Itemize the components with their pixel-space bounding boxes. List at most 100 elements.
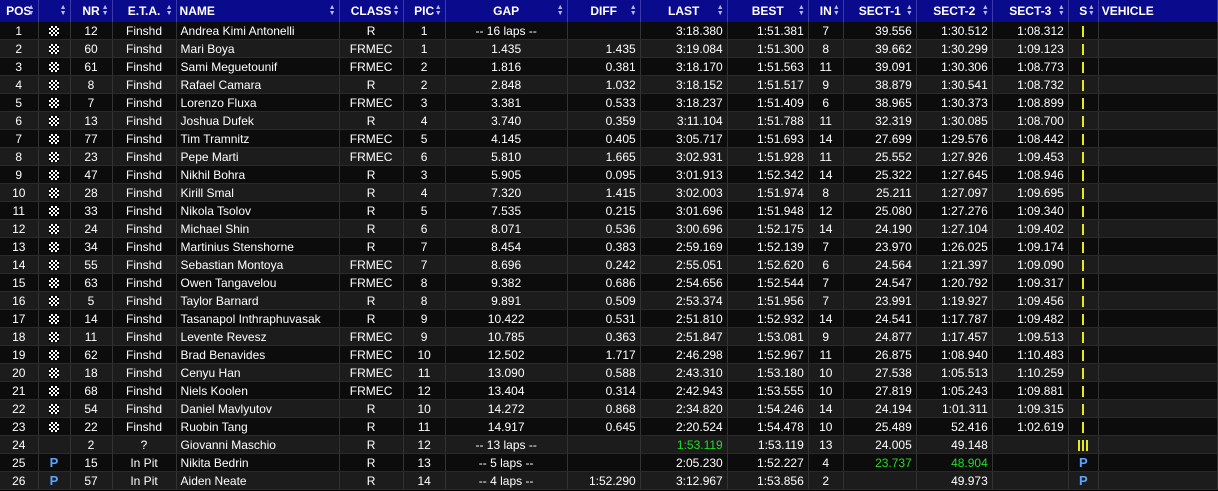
cell-name: Brad Benavides: [176, 345, 340, 364]
table-row[interactable]: 4 8 Finshd Rafael Camara R 2 2.848 1.032 3:18.15…: [0, 75, 1218, 94]
sort-arrows-icon[interactable]: ▲ ▼: [393, 4, 400, 17]
sector-status: [1068, 417, 1099, 436]
column-header-label: E.T.A.: [127, 4, 161, 18]
sort-arrows-icon[interactable]: ▲ ▼: [717, 4, 724, 17]
column-header-pos[interactable]: POS ▲ ▼: [0, 0, 39, 22]
cell-s1: 27.699: [843, 129, 917, 148]
column-header-pic[interactable]: PIC ▲ ▼: [403, 0, 446, 22]
column-header-s1[interactable]: SECT-1 ▲ ▼: [843, 0, 917, 22]
sort-arrows-icon[interactable]: ▲ ▼: [557, 4, 564, 17]
sort-arrows-icon[interactable]: ▲ ▼: [982, 4, 989, 17]
column-header-diff[interactable]: DIFF ▲ ▼: [567, 0, 641, 22]
sort-arrows-icon[interactable]: ▲ ▼: [833, 4, 840, 17]
table-row[interactable]: 5 7 Finshd Lorenzo Fluxa FRMEC 3 3.381 0.533 3:1…: [0, 93, 1218, 112]
table-row[interactable]: 18 11 Finshd Levente Revesz FRMEC 9 10.785 0.36…: [0, 327, 1218, 346]
cell-diff: 0.363: [567, 327, 641, 346]
checkered-flag-icon: [49, 350, 59, 361]
pit-icon: P: [1078, 455, 1088, 470]
table-row[interactable]: 22 54 Finshd Daniel Mavlyutov R 10 14.272 0.868…: [0, 399, 1218, 418]
table-row[interactable]: 9 47 Finshd Nikhil Bohra R 3 5.905 0.095 3:01.91…: [0, 165, 1218, 184]
sector-bar-icon: [1082, 331, 1085, 343]
sort-arrows-icon[interactable]: ▲ ▼: [1058, 4, 1065, 17]
pit-indicator: P: [38, 471, 71, 490]
column-header-s[interactable]: S ▲ ▼: [1068, 0, 1099, 22]
cell-s3: 1:08.899: [992, 93, 1069, 112]
cell-s1: 39.662: [843, 39, 917, 58]
checkered-flag-icon: [38, 399, 71, 418]
cell-eta: Finshd: [112, 93, 177, 112]
sort-arrows-icon[interactable]: ▲ ▼: [166, 4, 173, 17]
table-row[interactable]: 12 24 Finshd Michael Shin R 6 8.071 0.536 3:00.6…: [0, 219, 1218, 238]
cell-pos: 13: [0, 237, 39, 256]
sort-arrows-icon[interactable]: ▲ ▼: [906, 4, 913, 17]
cell-s1: 27.538: [843, 363, 917, 382]
cell-s1: 25.211: [843, 183, 917, 202]
table-row[interactable]: 13 34 Finshd Martinius Stenshorne R 7 8.454 0.3…: [0, 237, 1218, 256]
cell-pic: 9: [403, 309, 446, 328]
table-row[interactable]: 19 62 Finshd Brad Benavides FRMEC 10 12.502 1.7…: [0, 345, 1218, 364]
column-header-s2[interactable]: SECT-2 ▲ ▼: [916, 0, 993, 22]
cell-pos: 3: [0, 57, 39, 76]
column-header-gap[interactable]: GAP ▲ ▼: [445, 0, 568, 22]
cell-pic: 9: [403, 327, 446, 346]
column-header-flag[interactable]: ▲ ▼: [38, 0, 71, 22]
sort-arrows-icon[interactable]: ▲ ▼: [435, 4, 442, 17]
cell-class: R: [339, 471, 404, 490]
column-header-class[interactable]: CLASS ▲ ▼: [339, 0, 404, 22]
column-header-name[interactable]: NAME ▲ ▼: [176, 0, 340, 22]
table-row[interactable]: 16 5 Finshd Taylor Barnard R 8 9.891 0.509 2:53.…: [0, 291, 1218, 310]
sort-arrows-icon[interactable]: ▲ ▼: [1088, 4, 1095, 17]
table-row[interactable]: 8 23 Finshd Pepe Marti FRMEC 6 5.810 1.665 3:02.…: [0, 147, 1218, 166]
checkered-flag-icon: [49, 332, 59, 343]
table-row[interactable]: 15 63 Finshd Owen Tangavelou FRMEC 8 9.382 0.68…: [0, 273, 1218, 292]
table-row[interactable]: 24 2? Giovanni Maschio R 12 -- 13 laps -- 1:53…: [0, 435, 1218, 454]
cell-s2: 1:05.243: [916, 381, 993, 400]
cell-class: FRMEC: [339, 345, 404, 364]
cell-pic: 7: [403, 237, 446, 256]
sort-arrows-icon[interactable]: ▲ ▼: [630, 4, 637, 17]
table-row[interactable]: 21 68 Finshd Niels Koolen FRMEC 12 13.404 0.314…: [0, 381, 1218, 400]
table-row[interactable]: 14 55 Finshd Sebastian Montoya FRMEC 7 8.696 0.…: [0, 255, 1218, 274]
table-row[interactable]: 23 22 Finshd Ruobin Tang R 11 14.917 0.645 2:20.…: [0, 417, 1218, 436]
cell-pic: 10: [403, 345, 446, 364]
sort-arrows-icon[interactable]: ▲ ▼: [329, 4, 336, 17]
sort-arrows-icon[interactable]: ▲ ▼: [102, 4, 109, 17]
table-row[interactable]: 2 60 Finshd Mari Boya FRMEC 1 1.435 1.435 3:19.0…: [0, 39, 1218, 58]
cell-diff: 0.383: [567, 237, 641, 256]
table-row[interactable]: 26 P 57 In Pit Aiden Neate R 14 -- 4 laps -- 1:5…: [0, 471, 1218, 490]
column-header-vehicle[interactable]: VEHICLE: [1098, 0, 1218, 22]
sector-bar-icon: [1082, 115, 1085, 127]
cell-best: 1:51.928: [727, 147, 809, 166]
table-row[interactable]: 20 18 Finshd Cenyu Han FRMEC 11 13.090 0.588 2:4…: [0, 363, 1218, 382]
table-row[interactable]: 6 13 Finshd Joshua Dufek R 4 3.740 0.359 3:11.10…: [0, 111, 1218, 130]
column-header-in[interactable]: IN ▲ ▼: [808, 0, 844, 22]
cell-s1: 25.552: [843, 147, 917, 166]
column-header-eta[interactable]: E.T.A. ▲ ▼: [112, 0, 177, 22]
cell-in: 7: [808, 273, 844, 292]
cell-pos: 4: [0, 75, 39, 94]
column-header-s3[interactable]: SECT-3 ▲ ▼: [992, 0, 1069, 22]
column-header-last[interactable]: LAST ▲ ▼: [640, 0, 728, 22]
sort-arrows-icon[interactable]: ▲ ▼: [28, 4, 35, 17]
table-row[interactable]: 17 14 Finshd Tasanapol Inthraphuvasak R 9 10.4…: [0, 309, 1218, 328]
pit-icon: P: [49, 473, 59, 488]
table-row[interactable]: 1 12 Finshd Andrea Kimi Antonelli R 1 -- 16 la…: [0, 22, 1218, 40]
cell-in: 11: [808, 147, 844, 166]
sector-status: [1068, 273, 1099, 292]
sort-arrows-icon[interactable]: ▲ ▼: [60, 4, 67, 17]
sector-status: [1068, 309, 1099, 328]
cell-class: R: [339, 183, 404, 202]
cell-s2: 1:27.926: [916, 147, 993, 166]
column-header-nr[interactable]: NR ▲ ▼: [70, 0, 113, 22]
cell-s3: 1:10.483: [992, 345, 1069, 364]
sort-arrows-icon[interactable]: ▲ ▼: [798, 4, 805, 17]
column-header-best[interactable]: BEST ▲ ▼: [727, 0, 809, 22]
cell-last: 2:51.810: [640, 309, 728, 328]
table-row[interactable]: 10 28 Finshd Kirill Smal R 4 7.320 1.415 3:02.00…: [0, 183, 1218, 202]
table-row[interactable]: 25 P 15 In Pit Nikita Bedrin R 13 -- 5 laps -- 2…: [0, 453, 1218, 472]
table-row[interactable]: 3 61 Finshd Sami Meguetounif FRMEC 2 1.816 0.38…: [0, 57, 1218, 76]
table-row[interactable]: 7 77 Finshd Tim Tramnitz FRMEC 5 4.145 0.405 3:0…: [0, 129, 1218, 148]
table-row[interactable]: 11 33 Finshd Nikola Tsolov R 5 7.535 0.215 3:01.…: [0, 201, 1218, 220]
cell-eta: ?: [112, 435, 177, 454]
sector-status: [1068, 237, 1099, 256]
